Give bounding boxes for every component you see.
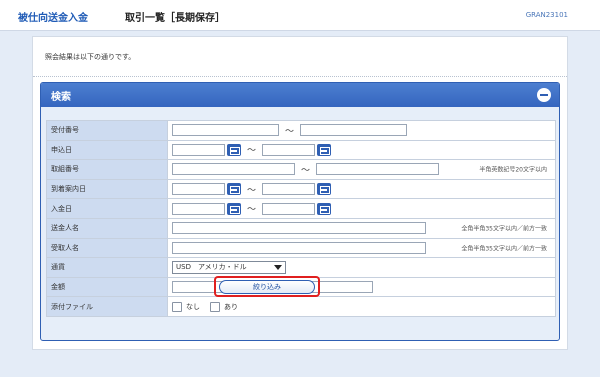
range-separator: ～: [247, 185, 257, 196]
ref-no-from-input[interactable]: [172, 163, 295, 176]
sender-hint: 全角半角35文字以内／前方一致: [461, 225, 547, 233]
collapse-icon[interactable]: [537, 88, 551, 102]
range-separator: ～: [247, 146, 257, 157]
label-attachment: 添付ファイル: [46, 296, 168, 317]
apply-date-from-input[interactable]: [172, 143, 225, 156]
search-title: 検索: [51, 92, 71, 103]
filter-button-highlight: 絞り込み: [214, 276, 320, 297]
calendar-icon[interactable]: [317, 183, 332, 196]
row-sender: 送金人名 全角半角35文字以内／前方一致: [46, 217, 556, 239]
label-ref-no: 取組番号: [46, 159, 168, 180]
attachment-yes-checkbox[interactable]: [210, 301, 220, 312]
content-panel: 照会結果は以下の通りです。 検索 受付番号 ～ 申込日 ～ 取組番号 ～ 半角英…: [32, 36, 568, 350]
label-arrival-date: 到着案内日: [46, 178, 168, 200]
search-header: 検索: [41, 83, 559, 107]
deposit-date-from-input[interactable]: [172, 202, 225, 215]
range-separator: ～: [301, 165, 311, 176]
search-section: 検索 受付番号 ～ 申込日 ～ 取組番号 ～ 半角英数記号20文字以内 到着案内…: [40, 82, 560, 341]
calendar-icon[interactable]: [227, 143, 241, 156]
calendar-icon[interactable]: [317, 202, 332, 215]
deposit-date-to-input[interactable]: [262, 202, 316, 215]
row-apply-date: 申込日 ～: [46, 139, 556, 161]
row-currency: 通貨 USD アメリカ・ドル: [46, 257, 556, 278]
currency-selected-value: USD アメリカ・ドル: [176, 263, 247, 272]
currency-select[interactable]: USD アメリカ・ドル: [172, 260, 286, 274]
arrival-date-from-input[interactable]: [172, 183, 225, 196]
row-ref-no: 取組番号 ～ 半角英数記号20文字以内: [46, 159, 556, 180]
calendar-icon[interactable]: [317, 143, 332, 156]
calendar-icon[interactable]: [227, 202, 241, 215]
row-receiver: 受取人名 全角半角35文字以内／前方一致: [46, 237, 556, 259]
result-message: 照会結果は以下の通りです。: [45, 53, 136, 61]
range-separator: ～: [247, 205, 257, 216]
ref-no-hint: 半角英数記号20文字以内: [479, 166, 547, 174]
row-attachment: 添付ファイル なし あり: [46, 296, 556, 317]
divider: [33, 76, 567, 77]
receipt-no-from-input[interactable]: [172, 124, 279, 137]
receipt-no-to-input[interactable]: [300, 124, 408, 137]
filter-button[interactable]: 絞り込み: [219, 279, 315, 294]
ref-no-to-input[interactable]: [316, 163, 440, 176]
label-deposit-date: 入金日: [46, 198, 168, 219]
label-receipt-no: 受付番号: [46, 120, 168, 141]
row-arrival-date: 到着案内日 ～: [46, 178, 556, 200]
label-apply-date: 申込日: [46, 139, 168, 161]
range-separator: ～: [285, 126, 295, 137]
receiver-name-input[interactable]: [172, 241, 426, 254]
attachment-yes-label: あり: [224, 302, 238, 311]
attachment-none-checkbox[interactable]: [172, 301, 182, 312]
screen-id: GRAN23101: [525, 11, 568, 19]
label-amount: 金額: [46, 276, 168, 298]
sender-name-input[interactable]: [172, 222, 426, 235]
row-deposit-date: 入金日 ～: [46, 198, 556, 219]
attachment-none-label: なし: [186, 302, 200, 311]
arrival-date-to-input[interactable]: [262, 183, 316, 196]
page-title: 取引一覧［長期保存］: [125, 13, 225, 24]
service-name: 被仕向送金入金: [18, 13, 88, 24]
receiver-hint: 全角半角35文字以内／前方一致: [461, 245, 547, 253]
apply-date-to-input[interactable]: [262, 143, 316, 156]
top-bar: 被仕向送金入金 取引一覧［長期保存］ GRAN23101: [0, 0, 600, 31]
label-receiver: 受取人名: [46, 237, 168, 259]
label-sender: 送金人名: [46, 217, 168, 239]
row-receipt-no: 受付番号 ～: [46, 120, 556, 141]
chevron-down-icon: [274, 264, 282, 270]
label-currency: 通貨: [46, 257, 168, 278]
calendar-icon[interactable]: [227, 183, 241, 196]
